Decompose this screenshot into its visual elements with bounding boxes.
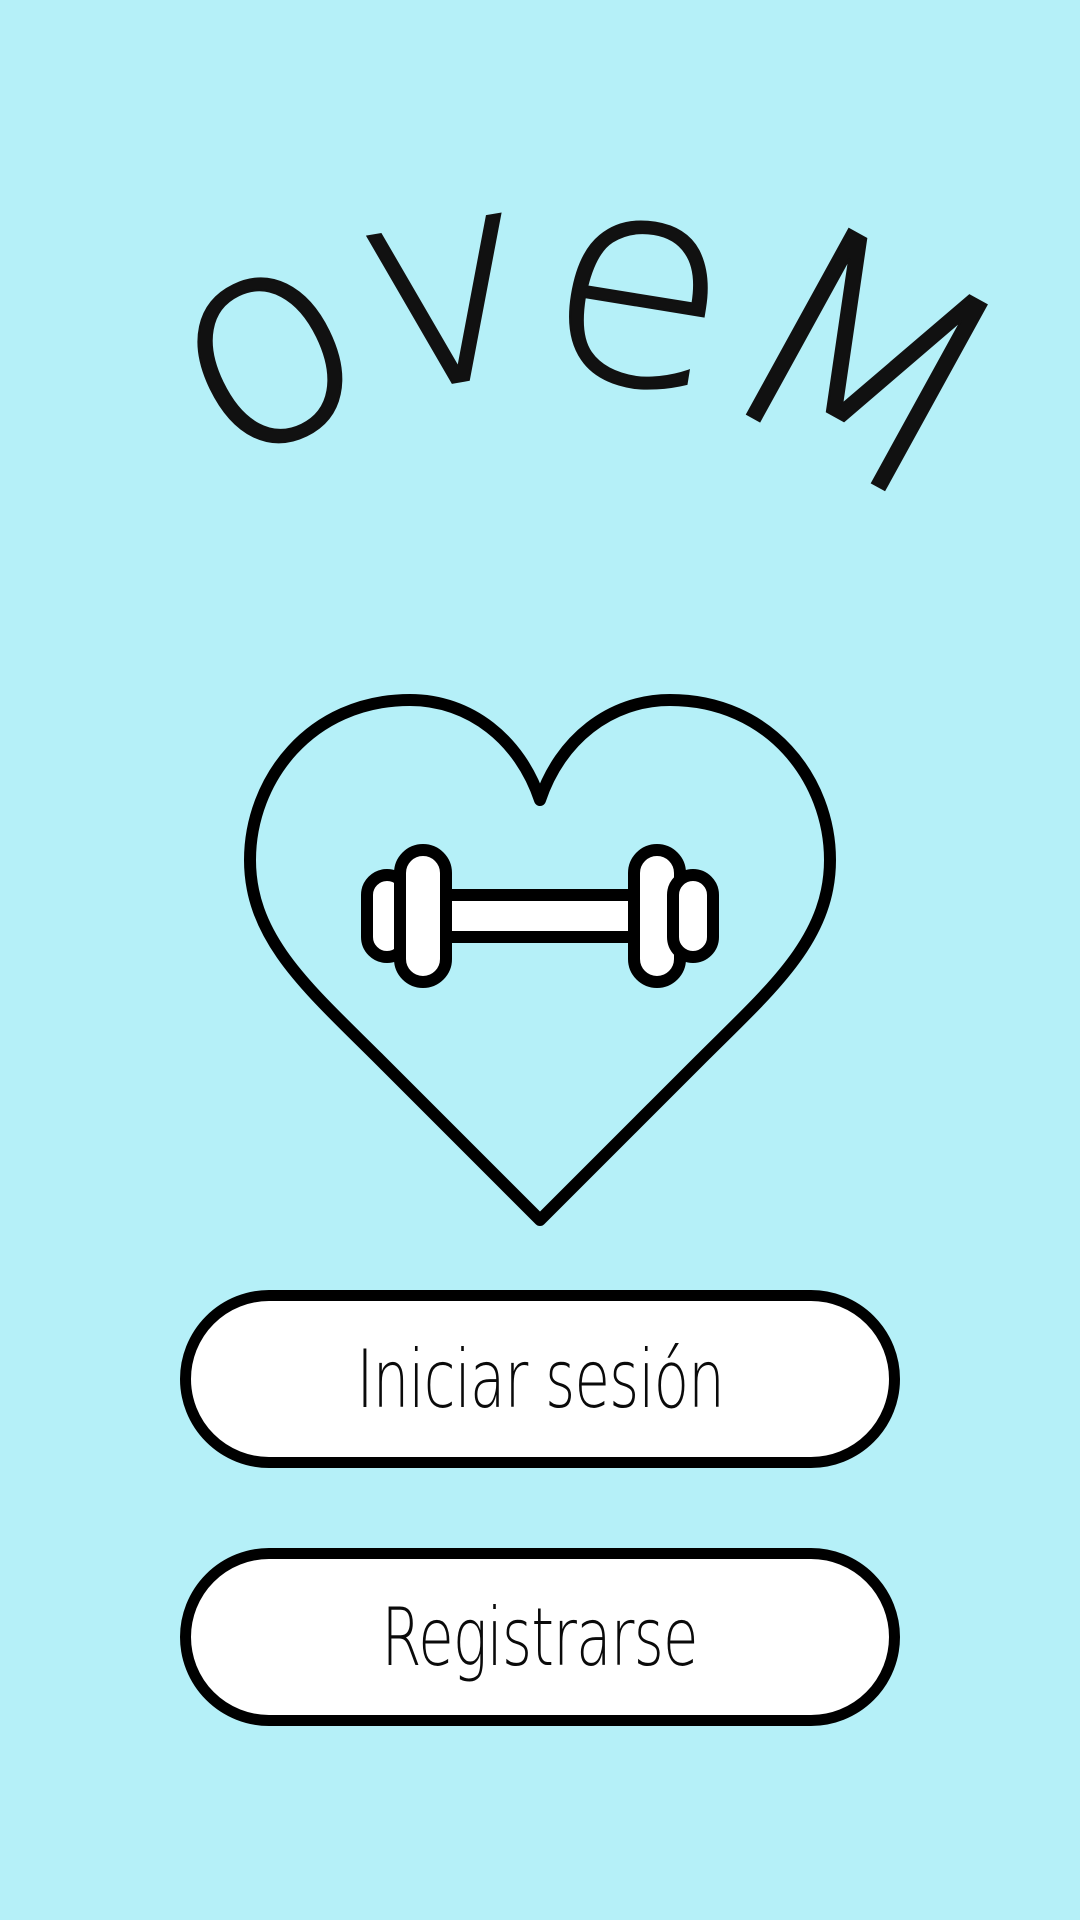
heart-outline [244, 694, 836, 1226]
heart-dumbbell-icon [244, 694, 836, 1226]
login-button-label: Iniciar sesión [356, 1332, 724, 1426]
app-title: MoveMe [0, 0, 1057, 569]
register-button-label: Registrarse [381, 1590, 699, 1684]
app-title-text: MoveMe [0, 0, 1057, 569]
register-button[interactable]: Registrarse [180, 1548, 900, 1726]
welcome-screen: MoveMe Iniciar sesión Registrarse [0, 0, 1080, 1920]
svg-text:MoveMe: MoveMe [0, 0, 1046, 568]
login-button[interactable]: Iniciar sesión [180, 1290, 900, 1468]
